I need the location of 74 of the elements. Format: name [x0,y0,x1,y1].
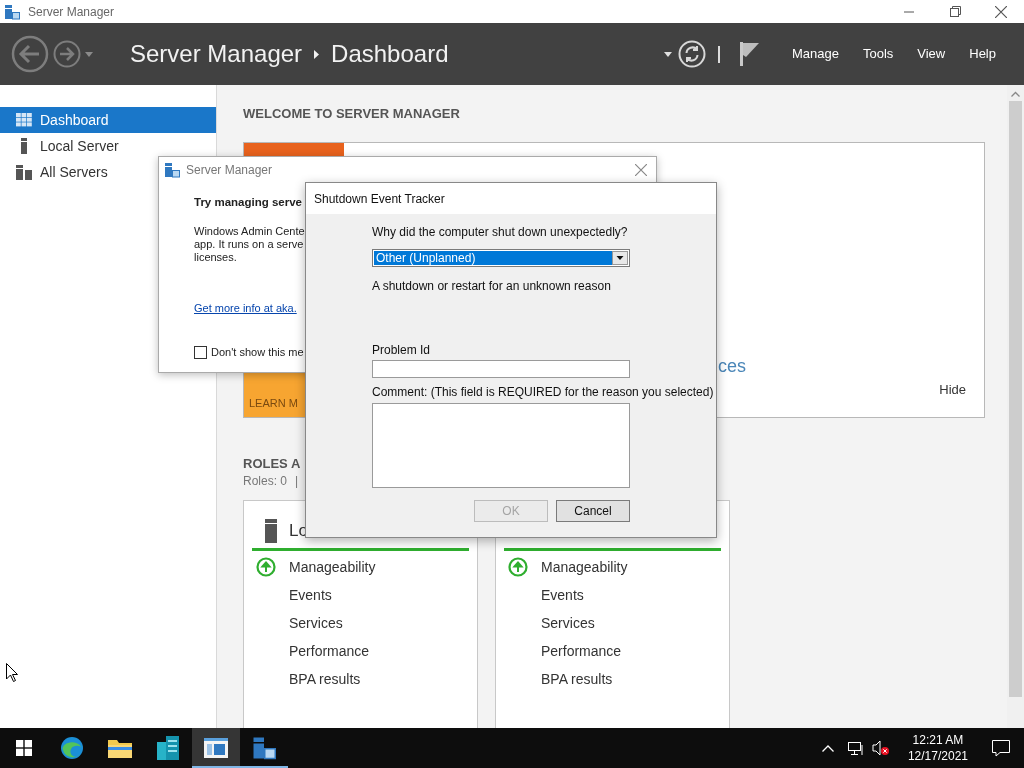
sidebar-item[interactable]: Local Server [0,133,216,159]
tile-link[interactable]: Manageability [541,556,628,578]
checkbox-label[interactable]: Don't show this me [211,345,304,359]
browser-icon [60,736,84,760]
tile-link[interactable]: BPA results [541,668,613,690]
sidebar-item[interactable]: Dashboard [0,107,216,133]
grid-icon [16,113,32,127]
input-field[interactable] [372,360,630,378]
refresh-icon[interactable] [677,40,706,68]
building-icon [157,736,179,760]
restore-icon [949,6,961,17]
tile-link[interactable]: Manageability [289,556,376,578]
info-link[interactable]: Get more info at aka. [194,302,297,314]
close-button[interactable] [635,164,647,176]
section-heading: WELCOME TO SERVER MANAGER [243,105,461,122]
dialog-title: Server Manager [186,162,273,179]
divider-text: | [295,474,299,489]
forward-icon[interactable] [53,40,81,68]
reason-dropdown[interactable]: Other (Unplanned) [372,249,630,267]
checkbox[interactable] [194,345,207,359]
field-label: Problem Id [372,343,432,357]
windows-logo-icon [16,740,32,756]
tile-link[interactable]: Performance [289,640,370,662]
breadcrumb-item[interactable]: Server Manager [130,36,303,72]
section-heading: ROLES A [243,455,302,472]
menu-item[interactable]: Tools [850,44,906,64]
scrollbar[interactable] [1007,85,1024,728]
tile-link[interactable]: Services [289,612,343,634]
description-text: A shutdown or restart for an unknown reason [372,279,612,293]
folder-icon [108,738,132,758]
server-icon [265,519,277,543]
hide-link[interactable]: Hide [939,379,966,399]
dialog-title: Shutdown Event Tracker [314,190,445,208]
menu-item[interactable]: Help [957,44,1008,64]
body-text: app. It runs on a serve [194,238,304,251]
menu-item[interactable]: View [905,44,958,64]
dialog-heading: Try managing serve [194,196,303,209]
roles-count: Roles: 0 [243,474,288,489]
menu-item[interactable]: Manage [779,44,851,64]
flag-icon[interactable] [739,42,760,66]
time-text: 12:21 AM [911,732,965,748]
speaker-muted-icon[interactable] [871,740,890,756]
breadcrumb-item: Dashboard [331,39,449,69]
servers-icon [16,164,32,180]
taskbar-button[interactable] [192,728,240,768]
tile-link[interactable]: Services [541,612,595,634]
app-icon [4,3,20,20]
network-icon[interactable] [847,740,864,756]
chevron-up-icon[interactable] [821,744,834,752]
app-icon [164,162,180,178]
close-icon [995,5,1007,18]
scroll-up-icon[interactable] [1011,91,1020,97]
tile-link[interactable]: Performance [541,640,622,662]
window-icon [204,738,228,758]
tile-link[interactable]: BPA results [289,668,361,690]
tile-link[interactable]: Events [289,584,332,606]
caret-icon[interactable] [663,51,672,57]
notification-icon[interactable] [992,739,1010,757]
tile-link[interactable]: Events [541,584,584,606]
scrollbar-thumb[interactable] [1009,101,1022,697]
body-text: Windows Admin Cente [194,225,305,238]
mouse-pointer-icon [6,663,18,682]
window-title: Server Manager [28,3,115,21]
date-text: 12/17/2021 [907,748,968,764]
link-text[interactable]: ces [718,357,746,375]
close-icon [635,164,647,176]
body-text: licenses. [194,251,237,264]
comment-box[interactable] [372,403,630,488]
breadcrumb-arrow-icon [314,49,320,59]
field-label: Comment: (This field is REQUIRED for the reason you selected) [372,385,715,399]
dialog-button[interactable]: Cancel [556,500,630,522]
app-icon [252,736,276,760]
back-icon[interactable] [11,35,49,73]
question-text: Why did the computer shut down unexpectedly? [372,225,629,239]
